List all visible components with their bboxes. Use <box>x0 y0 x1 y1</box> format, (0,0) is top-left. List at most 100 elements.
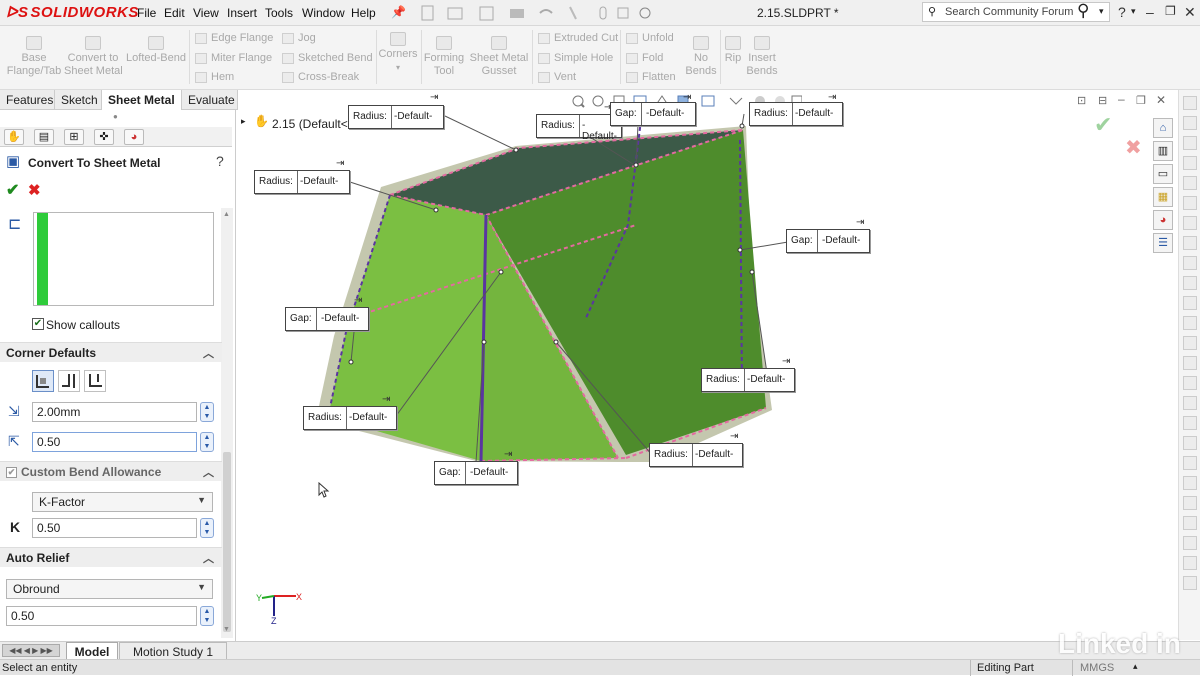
callout-value[interactable]: -Default- <box>817 230 865 252</box>
relief-ratio-field[interactable]: 0.50 <box>6 606 197 626</box>
toolbar-tool-icon[interactable] <box>1182 416 1197 430</box>
close-button[interactable]: ✕ <box>1184 4 1196 21</box>
chevron-up-icon[interactable]: ▴ <box>1133 661 1138 672</box>
toolbar-tool-icon[interactable] <box>1182 196 1197 210</box>
forming-tool-button[interactable]: Forming Tool <box>422 36 466 78</box>
tab-features[interactable]: Features <box>0 90 55 110</box>
tab-model[interactable]: Model <box>66 642 118 660</box>
menu-insert[interactable]: Insert <box>227 6 257 20</box>
callout-radius[interactable]: Radius: -Default- <box>303 406 397 430</box>
callout-gap[interactable]: Gap: -Default- <box>786 229 870 253</box>
callout-radius[interactable]: Radius: -Default- <box>348 105 444 129</box>
toolbar-tool-icon[interactable] <box>1182 136 1197 150</box>
file-explorer-icon[interactable]: ▭ <box>1153 164 1173 184</box>
fold-button[interactable]: Fold <box>626 52 663 64</box>
toolbar-tool-icon[interactable] <box>1182 556 1197 570</box>
callout-pin-icon[interactable]: ⇥ <box>430 92 438 103</box>
callout-value[interactable]: -Default- <box>690 444 738 466</box>
callout-pin-icon[interactable]: ⇥ <box>683 92 691 103</box>
callout-radius[interactable]: Radius: -Default- <box>649 443 743 467</box>
callout-pin-icon[interactable]: ⇥ <box>354 295 362 306</box>
unfold-button[interactable]: Unfold <box>626 32 674 44</box>
corner-defaults-header[interactable]: Corner Defaults ︿ <box>0 342 222 362</box>
view-palette-icon[interactable]: ▦ <box>1153 187 1173 207</box>
chevron-up-icon[interactable]: ︿ <box>203 464 214 480</box>
toolbar-tool-icon[interactable] <box>1182 176 1197 190</box>
base-flange-button[interactable]: Base Flange/Tab <box>6 36 62 78</box>
scroll-up-icon[interactable]: ▲ <box>223 211 230 218</box>
corner-open-button[interactable] <box>32 370 54 392</box>
tab-evaluate[interactable]: Evaluate <box>182 90 238 110</box>
menu-tools[interactable]: Tools <box>265 6 293 20</box>
callout-radius[interactable]: Radius: -Default- <box>701 368 795 392</box>
callout-pin-icon[interactable]: ⇥ <box>336 158 344 169</box>
toolbar-tool-icon[interactable] <box>1182 376 1197 390</box>
toolbar-tool-icon[interactable] <box>1182 96 1197 110</box>
extruded-cut-button[interactable]: Extruded Cut <box>538 32 618 44</box>
toolbar-tool-icon[interactable] <box>1182 256 1197 270</box>
property-manager-icon[interactable]: ▤ <box>34 129 54 145</box>
callout-radius[interactable]: Radius: -Default- <box>749 102 843 126</box>
help-icon[interactable]: ? <box>1118 4 1126 20</box>
corner-overlap-button[interactable] <box>84 370 106 392</box>
custom-properties-icon[interactable]: ☰ <box>1153 233 1173 253</box>
toolbar-tool-icon[interactable] <box>1182 356 1197 370</box>
chevron-up-icon[interactable]: ︿ <box>203 345 214 361</box>
tab-scroll-arrows[interactable]: ◀◀ ◀ ▶ ▶▶ <box>2 644 60 657</box>
home-icon[interactable]: ⌂ <box>1153 118 1173 138</box>
display-manager-icon[interactable]: ◕ <box>124 129 144 145</box>
bend-allowance-type-select[interactable]: K-Factor ▼ <box>32 492 213 512</box>
units-selector[interactable]: MMGS <box>1080 662 1114 674</box>
configuration-manager-icon[interactable]: ⊞ <box>64 129 84 145</box>
flatten-button[interactable]: Flatten <box>626 71 676 83</box>
vent-button[interactable]: Vent <box>538 71 576 83</box>
restore-button[interactable]: ❐ <box>1165 4 1176 18</box>
k-factor-field[interactable]: 0.50 <box>32 518 197 538</box>
menu-window[interactable]: Window <box>302 6 345 20</box>
callout-value[interactable]: -Default- <box>389 106 437 128</box>
lofted-bend-button[interactable]: Lofted-Bend <box>126 36 186 65</box>
callout-gap[interactable]: Gap: -Default- <box>285 307 369 331</box>
toolbar-tool-icon[interactable] <box>1182 476 1197 490</box>
overlap-ratio-field[interactable]: 0.50 <box>32 432 197 452</box>
menu-help[interactable]: Help <box>351 6 376 20</box>
menu-file[interactable]: File <box>137 6 156 20</box>
toolbar-tool-icon[interactable] <box>1182 296 1197 310</box>
splitter-handle[interactable]: ● <box>113 112 118 121</box>
toolbar-tool-icon[interactable] <box>1182 156 1197 170</box>
callout-pin-icon[interactable]: ⇥ <box>828 92 836 103</box>
dimxpert-icon[interactable]: ✜ <box>94 129 114 145</box>
callout-gap[interactable]: Gap: -Default- <box>434 461 518 485</box>
convert-to-sheet-metal-button[interactable]: Convert to Sheet Metal <box>64 36 123 78</box>
toolbar-tool-icon[interactable] <box>1182 436 1197 450</box>
chevron-down-icon[interactable]: ▾ <box>1099 6 1104 17</box>
cancel-x-icon[interactable]: ✖ <box>28 181 41 199</box>
edge-flange-button[interactable]: Edge Flange <box>195 32 273 44</box>
callout-pin-icon[interactable]: ⇥ <box>856 217 864 228</box>
toolbar-tool-icon[interactable] <box>1182 116 1197 130</box>
tab-sketch[interactable]: Sketch <box>55 90 102 110</box>
callout-value[interactable]: -Default- <box>344 407 392 429</box>
callout-value[interactable]: -Default- <box>465 462 513 484</box>
callout-gap[interactable]: Gap: -Default- <box>610 102 696 126</box>
custom-bend-allowance-header[interactable]: ✔ Custom Bend Allowance ︿ <box>0 461 222 481</box>
corners-button[interactable]: Corners ▾ <box>378 32 418 74</box>
cross-break-button[interactable]: Cross-Break <box>282 71 359 83</box>
chevron-down-icon[interactable]: ▾ <box>1131 6 1136 17</box>
design-library-icon[interactable]: ▥ <box>1153 141 1173 161</box>
jog-button[interactable]: Jog <box>282 32 316 44</box>
help-icon[interactable]: ? <box>216 153 224 169</box>
toolbar-tool-icon[interactable] <box>1182 396 1197 410</box>
toolbar-tool-icon[interactable] <box>1182 336 1197 350</box>
callout-value[interactable]: -Default- <box>641 103 689 125</box>
callout-value[interactable]: -Default- <box>790 103 838 125</box>
fixed-entity-selection-box[interactable] <box>33 212 214 306</box>
auto-relief-header[interactable]: Auto Relief ︿ <box>0 547 222 567</box>
tab-sheet-metal[interactable]: Sheet Metal <box>102 90 182 110</box>
callout-pin-icon[interactable]: ⇥ <box>382 394 390 405</box>
callout-radius[interactable]: Radius: -Default- <box>254 170 350 194</box>
toolbar-tool-icon[interactable] <box>1182 276 1197 290</box>
callout-pin-icon[interactable]: ⇥ <box>730 431 738 442</box>
scroll-down-icon[interactable]: ▼ <box>223 626 230 633</box>
k-factor-spinner[interactable]: ▲ ▼ <box>200 518 214 538</box>
